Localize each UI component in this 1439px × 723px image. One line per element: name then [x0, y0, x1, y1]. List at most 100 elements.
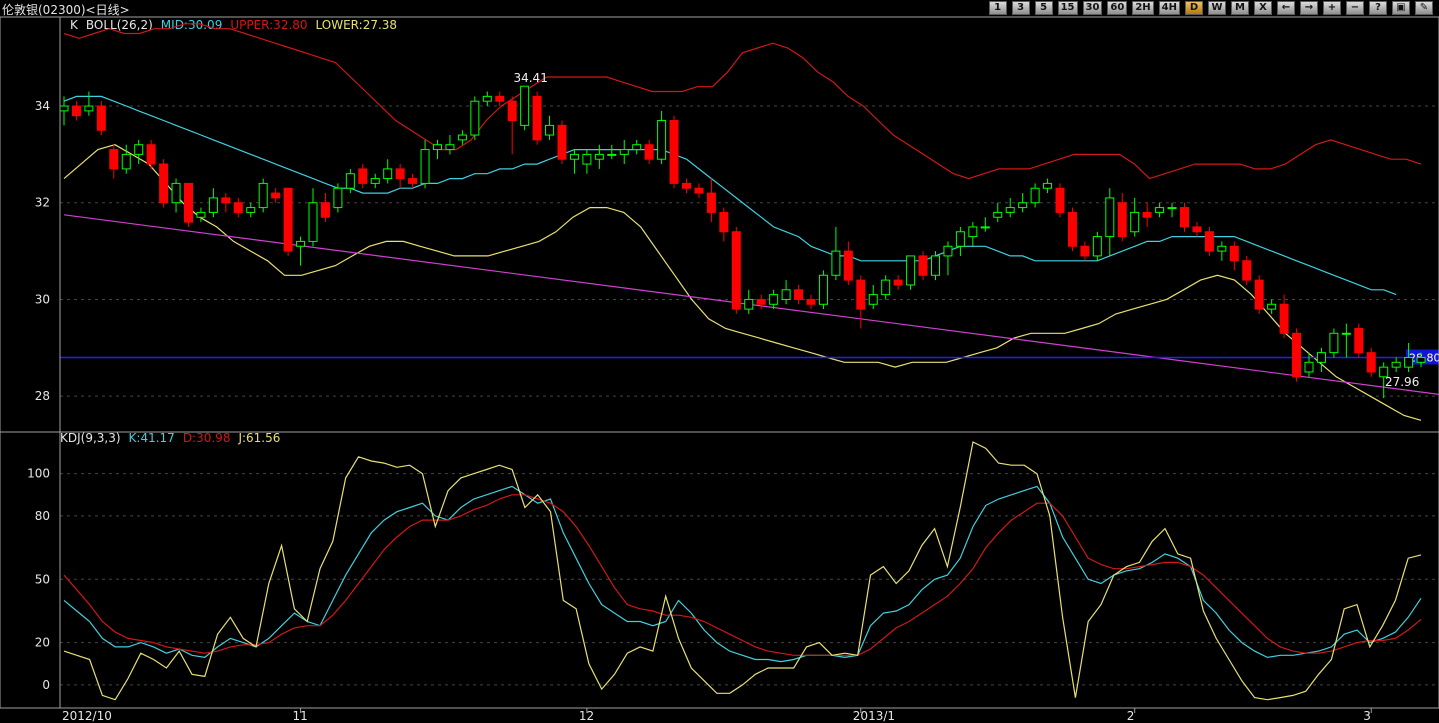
candle-body [719, 211, 729, 233]
candle-body [781, 289, 791, 300]
candle-body [96, 105, 106, 131]
kdj-tick-0: 0 [42, 678, 50, 692]
candle-body [345, 173, 355, 189]
candle [1242, 255, 1252, 285]
candle-body [370, 178, 380, 184]
candle-body [582, 153, 592, 165]
candle [1254, 275, 1264, 314]
candle [109, 144, 119, 179]
candle [918, 251, 928, 281]
candle [569, 149, 579, 174]
candle [408, 173, 418, 189]
candle [744, 289, 754, 314]
candle-body [433, 144, 442, 151]
price-annotation-1: 27.96 [1385, 375, 1419, 389]
candle [283, 187, 293, 256]
candle [1155, 202, 1165, 218]
candle [955, 226, 965, 256]
candle [1030, 183, 1040, 208]
candle [968, 222, 978, 247]
candle [1018, 193, 1028, 213]
candle [781, 280, 791, 305]
candle [1279, 294, 1289, 339]
candle [756, 294, 766, 310]
candle [1366, 347, 1376, 377]
date-label-0: 2012/10 [62, 709, 112, 723]
candle-body [1416, 356, 1426, 363]
candle [1192, 222, 1202, 237]
candle [258, 178, 268, 213]
candle-body [470, 100, 480, 136]
candle-body [283, 187, 293, 252]
kdj-legend: KDJ(9,3,3) K:41.17 D:30.98 J:61.56 [60, 431, 280, 445]
candle-body [1192, 226, 1202, 233]
candle-body [906, 255, 916, 286]
candle [221, 193, 231, 213]
legend-k: K [70, 18, 79, 32]
candle-body [1304, 361, 1314, 373]
candle-body [1242, 260, 1252, 281]
candle-body [644, 144, 654, 160]
candle-body [918, 255, 928, 276]
candle-body [383, 168, 393, 180]
candle-body [1180, 207, 1189, 228]
candle-body [769, 294, 779, 305]
candle [831, 226, 841, 281]
candle-body [1204, 231, 1214, 252]
kdj-tick-50: 50 [35, 572, 50, 586]
candle-body [594, 153, 604, 160]
date-label-5: 3 [1363, 709, 1371, 723]
candle [84, 91, 94, 116]
candle [594, 144, 604, 169]
candle-body [744, 298, 754, 310]
candle-body [794, 289, 804, 300]
candle-body [931, 255, 940, 276]
candle-body [246, 207, 256, 213]
date-axis: 2012/10 11 12 2013/1 2 3 [62, 708, 1372, 723]
candle-body [333, 187, 343, 209]
candle-body [1354, 327, 1364, 354]
candle [146, 139, 156, 169]
candle-body [943, 245, 953, 257]
date-label-1: 11 [293, 709, 308, 723]
boll-upper-line [63, 23, 1422, 180]
candle [1217, 241, 1227, 261]
candle [358, 164, 368, 189]
candle-body [1092, 236, 1102, 257]
candle-body [893, 279, 903, 286]
price-tick-32: 32 [35, 196, 50, 210]
candle [582, 149, 592, 174]
candle [1130, 197, 1140, 237]
candle-body [395, 168, 405, 180]
candle [769, 289, 779, 310]
candle [1055, 183, 1065, 218]
candle [445, 135, 455, 155]
candle [320, 193, 330, 223]
candle-body [831, 250, 841, 276]
candle-body [208, 197, 218, 213]
candle [96, 101, 106, 136]
kdj-k-line [63, 485, 1422, 663]
candle [1329, 328, 1339, 358]
candle-body [1267, 303, 1277, 310]
candle-body [1229, 245, 1239, 262]
candle-body [657, 120, 667, 160]
candle [1067, 207, 1077, 252]
candle-body [1067, 211, 1077, 247]
candle-body [682, 182, 691, 189]
kdj-tick-100: 100 [27, 467, 50, 481]
candle-body [1155, 207, 1165, 213]
candle [1180, 202, 1189, 232]
candle-body [1391, 361, 1401, 368]
kdj-legend-name: KDJ(9,3,3) [60, 431, 121, 445]
candle-body [1080, 245, 1090, 257]
kdj-legend-k: K:41.17 [129, 431, 175, 445]
candle [868, 284, 878, 310]
candle [457, 130, 467, 145]
candle-body [358, 168, 368, 184]
candle-body [532, 95, 542, 141]
candle [1404, 342, 1414, 372]
candle [619, 139, 629, 165]
candle [1341, 323, 1351, 358]
date-label-2: 12 [579, 709, 594, 723]
